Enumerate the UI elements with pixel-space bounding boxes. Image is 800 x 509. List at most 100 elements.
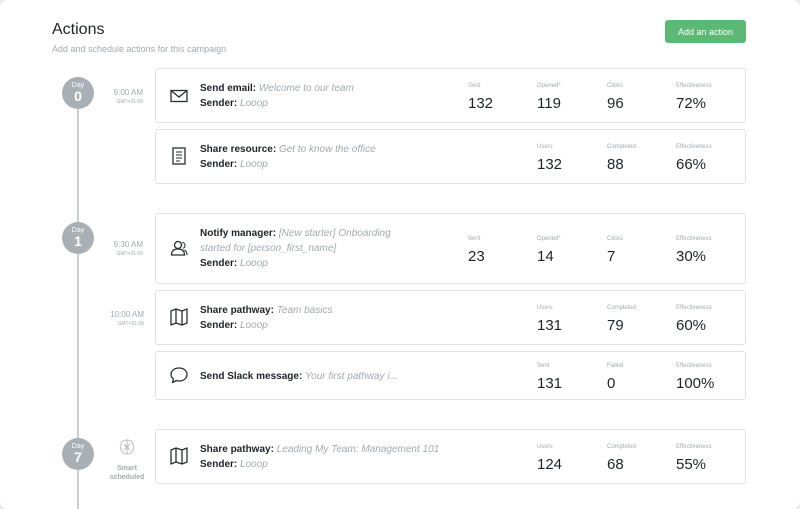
action-name[interactable]: Team basics <box>277 305 333 316</box>
map-icon <box>170 308 188 326</box>
action-card[interactable]: Send email: Welcome to our team Sender: … <box>155 68 746 123</box>
sender-label: Sender: <box>200 258 238 269</box>
action-type: Share resource: <box>200 144 277 155</box>
action-type: Share pathway: <box>200 305 274 316</box>
stat-failed: Failed 0 <box>607 363 677 392</box>
document-icon <box>172 147 186 165</box>
action-details: Share resource: Get to know the office S… <box>200 142 415 172</box>
stat-value: 88 <box>607 156 624 173</box>
stat-label: Sent <box>537 363 550 369</box>
action-name[interactable]: Get to know the office <box>279 144 376 155</box>
action-type: Share pathway: <box>200 444 274 455</box>
stat-clicks: Clicks 96 <box>607 83 677 112</box>
action-card[interactable]: Share resource: Get to know the office S… <box>155 129 746 184</box>
users-icon <box>170 240 188 256</box>
stat-label: Effectiveness <box>676 444 712 450</box>
stat-value: 124 <box>537 456 563 473</box>
action-name[interactable]: Welcome to our team <box>259 83 354 94</box>
time-slot: 9:30 AM GMT+01:00 <box>83 240 143 258</box>
stat-effectiveness: Effectiveness 100% <box>676 363 746 392</box>
stat-label: Sent <box>468 83 481 89</box>
action-card[interactable]: Send Slack message: Your first pathway i… <box>155 351 746 400</box>
smart-label: scheduled <box>109 474 145 481</box>
sender-name: Looop <box>240 459 268 470</box>
sender-label: Sender: <box>200 320 238 331</box>
stat-value: 14 <box>537 248 554 265</box>
action-name[interactable]: Leading My Team: Management 101 <box>277 444 440 455</box>
stat-value: 119 <box>537 95 561 112</box>
action-card[interactable]: Notify manager: [New starter] Onboarding… <box>155 213 746 284</box>
stat-completed: Completed 68 <box>607 444 677 473</box>
time-value: 9:30 AM <box>113 240 143 249</box>
stat-opened: Opened* 119 <box>537 83 607 112</box>
action-card[interactable]: Share pathway: Team basics Sender: Looop… <box>155 290 746 345</box>
stat-sent: Sent 131 <box>537 363 607 392</box>
stat-label: Completed <box>607 305 637 311</box>
stat-value: 72% <box>676 95 707 112</box>
action-details: Share pathway: Team basics Sender: Looop <box>200 303 415 333</box>
stat-label: Effectiveness <box>676 236 712 242</box>
action-type: Send Slack message: <box>200 371 303 382</box>
stat-sent: Sent 132 <box>468 83 538 112</box>
stat-label: Completed <box>607 144 637 150</box>
stat-label: Sent <box>468 236 481 242</box>
stat-label: Users <box>537 444 553 450</box>
action-type: Notify manager: <box>200 228 277 239</box>
sender-label: Sender: <box>200 98 238 109</box>
stat-label: Effectiveness <box>676 305 712 311</box>
action-name[interactable]: Your first pathway i... <box>305 371 398 382</box>
add-action-button[interactable]: Add an action <box>665 20 746 43</box>
stat-value: 55% <box>676 456 707 473</box>
time-value: 9:00 AM <box>113 88 143 97</box>
stat-value: 60% <box>676 317 707 334</box>
stat-value: 66% <box>676 156 707 173</box>
sender-name: Looop <box>240 258 268 269</box>
sender-label: Sender: <box>200 459 238 470</box>
envelope-icon <box>170 89 188 103</box>
stat-users: Users 132 <box>537 144 607 173</box>
stat-value: 131 <box>537 375 563 392</box>
sender-name: Looop <box>240 320 268 331</box>
chat-bubble-icon <box>170 367 188 384</box>
stat-effectiveness: Effectiveness 60% <box>676 305 746 334</box>
action-card[interactable]: Share pathway: Leading My Team: Manageme… <box>155 429 746 484</box>
stat-opened: Opened* 14 <box>537 236 607 265</box>
stat-label: Opened* <box>537 83 561 89</box>
sender-label: Sender: <box>200 159 238 170</box>
stat-label: Users <box>537 144 553 150</box>
stat-users: Users 131 <box>537 305 607 334</box>
stat-effectiveness: Effectiveness 72% <box>676 83 746 112</box>
stat-value: 96 <box>607 95 624 112</box>
stat-value: 100% <box>676 375 715 392</box>
stat-value: 30% <box>676 248 707 265</box>
day-marker-7: Day 7 <box>62 438 94 470</box>
stat-label: Clicks <box>607 83 623 89</box>
stat-label: Opened* <box>537 236 561 242</box>
stat-effectiveness: Effectiveness 55% <box>676 444 746 473</box>
stat-label: Effectiveness <box>676 83 712 89</box>
stat-value: 23 <box>468 248 485 265</box>
time-value: 10:00 AM <box>110 310 144 319</box>
action-details: Send email: Welcome to our team Sender: … <box>200 81 415 111</box>
stat-label: Effectiveness <box>676 363 712 369</box>
actions-panel: Actions Add and schedule actions for thi… <box>0 0 800 509</box>
time-zone: GMT+01:00 <box>116 99 143 105</box>
action-type: Send email: <box>200 83 257 94</box>
action-details: Send Slack message: Your first pathway i… <box>200 369 450 384</box>
time-zone: GMT+01:00 <box>116 251 143 257</box>
stat-label: Failed <box>607 363 624 369</box>
smart-scheduled: Smart scheduled <box>104 437 150 482</box>
sender-name: Looop <box>240 98 268 109</box>
stat-value: 7 <box>607 248 616 265</box>
action-name-continued[interactable]: started for [person_first_name] <box>200 243 336 254</box>
stat-value: 131 <box>537 317 563 334</box>
action-name[interactable]: [New starter] Onboarding <box>279 228 391 239</box>
stat-label: Completed <box>607 444 637 450</box>
stat-completed: Completed 79 <box>607 305 677 334</box>
brain-icon <box>119 439 135 455</box>
stat-value: 0 <box>607 375 616 392</box>
smart-label: Smart <box>117 465 137 472</box>
stat-effectiveness: Effectiveness 66% <box>676 144 746 173</box>
stat-label: Effectiveness <box>676 144 712 150</box>
stat-value: 132 <box>537 156 563 173</box>
